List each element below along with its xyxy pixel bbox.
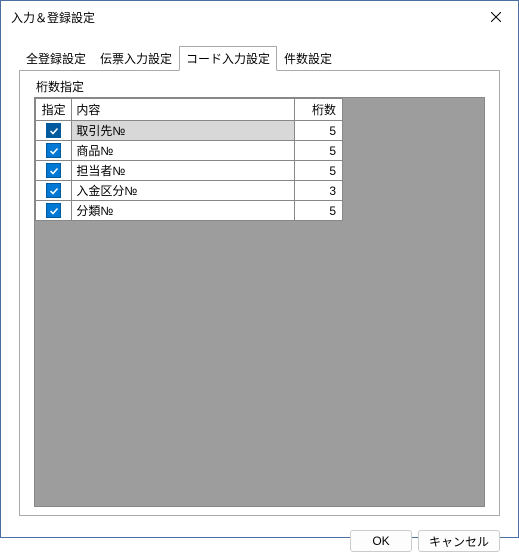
- tab-code-input[interactable]: コード入力設定: [179, 46, 277, 71]
- grid-frame: 指定 内容 桁数 取引先№5商品№5担当者№5入金区分№3分類№5: [34, 97, 485, 507]
- window-title: 入力＆登録設定: [11, 9, 95, 26]
- check-icon: [49, 146, 59, 156]
- cell-content[interactable]: 取引先№: [72, 121, 294, 141]
- close-button[interactable]: [474, 1, 518, 33]
- tab-all-register[interactable]: 全登録設定: [19, 46, 93, 70]
- cancel-button[interactable]: キャンセル: [418, 530, 500, 552]
- checkbox[interactable]: [46, 183, 61, 198]
- table-row[interactable]: 担当者№5: [36, 161, 343, 181]
- checkbox[interactable]: [46, 163, 61, 178]
- table-row[interactable]: 分類№5: [36, 201, 343, 221]
- checkbox[interactable]: [46, 203, 61, 218]
- dialog-footer: OK キャンセル: [1, 528, 518, 552]
- check-icon: [49, 186, 59, 196]
- cell-check[interactable]: [36, 181, 72, 201]
- cell-content[interactable]: 分類№: [72, 201, 294, 221]
- check-icon: [49, 126, 59, 136]
- table-row[interactable]: 入金区分№3: [36, 181, 343, 201]
- table-row[interactable]: 商品№5: [36, 141, 343, 161]
- table-header-row: 指定 内容 桁数: [36, 99, 343, 121]
- tab-slip-input[interactable]: 伝票入力設定: [93, 46, 179, 70]
- cell-digits[interactable]: 5: [294, 161, 343, 181]
- tab-count[interactable]: 件数設定: [277, 46, 339, 70]
- cell-digits[interactable]: 3: [294, 181, 343, 201]
- cell-check[interactable]: [36, 161, 72, 181]
- check-icon: [49, 166, 59, 176]
- close-icon: [491, 12, 501, 22]
- titlebar: 入力＆登録設定: [1, 1, 518, 33]
- header-content[interactable]: 内容: [72, 99, 294, 121]
- checkbox[interactable]: [46, 123, 61, 138]
- header-check[interactable]: 指定: [36, 99, 72, 121]
- cell-content[interactable]: 担当者№: [72, 161, 294, 181]
- cell-content[interactable]: 商品№: [72, 141, 294, 161]
- digits-table: 指定 内容 桁数 取引先№5商品№5担当者№5入金区分№3分類№5: [35, 98, 343, 221]
- tab-bar: 全登録設定 伝票入力設定 コード入力設定 件数設定: [19, 46, 500, 71]
- header-digits[interactable]: 桁数: [294, 99, 343, 121]
- dialog-content: 全登録設定 伝票入力設定 コード入力設定 件数設定 桁数指定 指定 内容 桁数 …: [1, 33, 518, 528]
- cell-digits[interactable]: 5: [294, 121, 343, 141]
- cell-digits[interactable]: 5: [294, 201, 343, 221]
- cell-check[interactable]: [36, 121, 72, 141]
- cell-digits[interactable]: 5: [294, 141, 343, 161]
- tab-panel: 桁数指定 指定 内容 桁数 取引先№5商品№5担当者№5入金区分№3分類№5: [19, 70, 500, 516]
- table-row[interactable]: 取引先№5: [36, 121, 343, 141]
- cell-check[interactable]: [36, 201, 72, 221]
- cell-check[interactable]: [36, 141, 72, 161]
- checkbox[interactable]: [46, 143, 61, 158]
- fieldset-label: 桁数指定: [34, 78, 485, 95]
- check-icon: [49, 206, 59, 216]
- ok-button[interactable]: OK: [350, 530, 412, 552]
- cell-content[interactable]: 入金区分№: [72, 181, 294, 201]
